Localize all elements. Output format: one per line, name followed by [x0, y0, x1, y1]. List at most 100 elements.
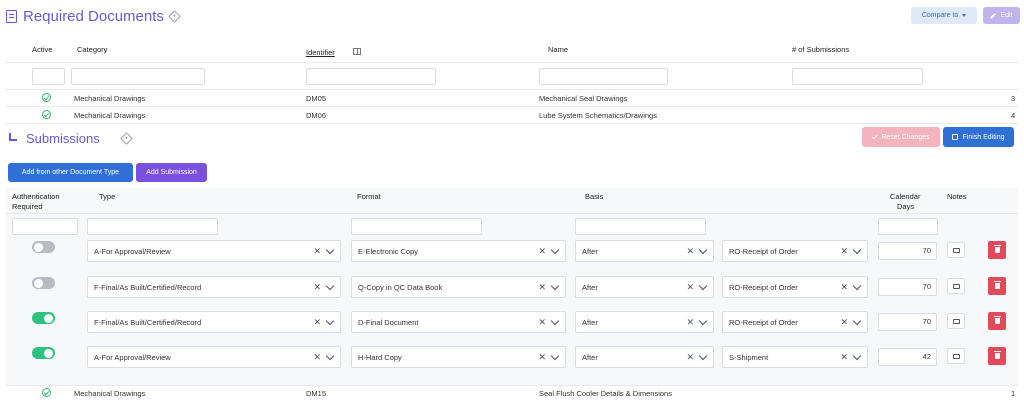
- filter-auth[interactable]: [12, 218, 78, 235]
- chevron-down-icon[interactable]: [550, 351, 560, 360]
- chevron-down-icon[interactable]: [325, 351, 335, 360]
- clear-icon[interactable]: ✕: [840, 317, 848, 328]
- col-basis: Basis: [585, 192, 604, 201]
- chevron-down-icon[interactable]: [852, 351, 862, 360]
- col-auth-line2: Required: [12, 202, 43, 211]
- basis-select[interactable]: After ✕: [575, 276, 714, 298]
- add-from-other-type-button[interactable]: Add from other Document Type: [8, 163, 133, 182]
- finish-editing-button[interactable]: Finish Editing: [943, 127, 1014, 147]
- type-select[interactable]: F-Final/As Built/Certified/Record ✕: [87, 276, 341, 298]
- notes-button[interactable]: [947, 348, 965, 364]
- event-select[interactable]: RO-Receipt of Order ✕: [722, 276, 868, 298]
- chevron-down-icon[interactable]: [550, 316, 560, 325]
- clear-icon[interactable]: ✕: [538, 246, 546, 257]
- notes-button[interactable]: [947, 242, 965, 258]
- chevron-down-icon[interactable]: [698, 245, 708, 254]
- chevron-down-icon[interactable]: [852, 316, 862, 325]
- edit-button[interactable]: Edit: [983, 7, 1020, 24]
- basis-select[interactable]: After ✕: [575, 240, 714, 262]
- clear-icon[interactable]: ✕: [538, 352, 546, 363]
- notes-button[interactable]: [947, 278, 965, 294]
- filter-category[interactable]: [71, 68, 205, 85]
- chevron-down-icon[interactable]: [325, 281, 335, 290]
- clear-icon[interactable]: ✕: [313, 317, 321, 328]
- clear-icon[interactable]: ✕: [686, 282, 694, 293]
- event-select[interactable]: RO-Receipt of Order ✕: [722, 240, 868, 262]
- filter-basis[interactable]: [575, 218, 706, 235]
- format-select[interactable]: E-Electronic Copy ✕: [351, 240, 566, 262]
- days-input[interactable]: 70: [878, 242, 937, 260]
- tag-icon[interactable]: [119, 131, 133, 145]
- check-icon: [872, 133, 878, 139]
- clear-icon[interactable]: ✕: [840, 352, 848, 363]
- filter-name[interactable]: [539, 68, 668, 85]
- filter-days[interactable]: [878, 218, 938, 235]
- clear-icon[interactable]: ✕: [686, 246, 694, 257]
- active-check-icon: [42, 110, 51, 119]
- format-select[interactable]: D-Final Document ✕: [351, 311, 566, 333]
- chevron-down-icon[interactable]: [698, 351, 708, 360]
- page-title: Required Documents: [6, 6, 181, 26]
- basis-value: After: [582, 317, 598, 327]
- clear-icon[interactable]: ✕: [840, 246, 848, 257]
- type-value: A-For Approval/Review: [94, 246, 171, 256]
- clear-icon[interactable]: ✕: [686, 352, 694, 363]
- col-active: Active: [32, 45, 53, 54]
- auth-toggle[interactable]: [32, 312, 55, 324]
- chevron-down-icon[interactable]: [325, 316, 335, 325]
- type-value: F-Final/As Built/Certified/Record: [94, 317, 202, 327]
- days-input[interactable]: 70: [878, 313, 937, 331]
- delete-button[interactable]: [988, 312, 1006, 330]
- clear-icon[interactable]: ✕: [686, 317, 694, 328]
- event-select[interactable]: RO-Receipt of Order ✕: [722, 311, 868, 333]
- tag-icon[interactable]: [168, 9, 181, 23]
- row-name: Seal Flush Cooler Details & Dimensions: [539, 389, 672, 398]
- compare-to-button[interactable]: Compare to: [911, 7, 977, 24]
- filter-format[interactable]: [351, 218, 482, 235]
- filter-identifier[interactable]: [306, 68, 436, 85]
- clear-icon[interactable]: ✕: [840, 282, 848, 293]
- delete-button[interactable]: [988, 277, 1006, 295]
- filter-active[interactable]: [32, 68, 65, 85]
- notes-button[interactable]: [947, 313, 965, 329]
- filter-submissions[interactable]: [792, 68, 923, 85]
- auth-toggle[interactable]: [32, 277, 55, 289]
- chevron-down-icon[interactable]: [550, 281, 560, 290]
- chevron-down-icon[interactable]: [698, 281, 708, 290]
- reset-changes-button[interactable]: Reset Changes: [862, 127, 940, 147]
- type-select[interactable]: A-For Approval/Review ✕: [87, 346, 341, 368]
- delete-button[interactable]: [988, 241, 1006, 259]
- columns-icon[interactable]: [353, 48, 361, 55]
- filter-type[interactable]: [87, 218, 218, 235]
- save-icon: [952, 134, 959, 140]
- add-submission-button[interactable]: Add Submission: [136, 163, 207, 182]
- basis-select[interactable]: After ✕: [575, 346, 714, 368]
- pencil-icon: [990, 12, 997, 19]
- chevron-down-icon[interactable]: [852, 245, 862, 254]
- auth-toggle[interactable]: [32, 347, 55, 359]
- basis-select[interactable]: After ✕: [575, 311, 714, 333]
- format-select[interactable]: H-Hard Copy ✕: [351, 346, 566, 368]
- type-select[interactable]: A-For Approval/Review ✕: [87, 240, 341, 262]
- clear-icon[interactable]: ✕: [313, 246, 321, 257]
- chevron-down-icon[interactable]: [852, 281, 862, 290]
- clear-icon[interactable]: ✕: [313, 352, 321, 363]
- row-count: 1: [1011, 389, 1016, 398]
- col-format: Format: [357, 192, 381, 201]
- clear-icon[interactable]: ✕: [313, 282, 321, 293]
- chevron-down-icon[interactable]: [698, 316, 708, 325]
- basis-value: After: [582, 352, 598, 362]
- chevron-down-icon[interactable]: [325, 245, 335, 254]
- auth-toggle[interactable]: [32, 241, 55, 253]
- days-input[interactable]: 42: [878, 348, 937, 366]
- delete-button[interactable]: [988, 347, 1006, 365]
- event-select[interactable]: S-Shipment ✕: [722, 346, 868, 368]
- type-select[interactable]: F-Final/As Built/Certified/Record ✕: [87, 311, 341, 333]
- col-identifier[interactable]: Identifier: [306, 48, 335, 57]
- chevron-down-icon[interactable]: [550, 245, 560, 254]
- days-input[interactable]: 70: [878, 278, 937, 296]
- clear-icon[interactable]: ✕: [538, 282, 546, 293]
- col-notes: Notes: [947, 192, 967, 201]
- clear-icon[interactable]: ✕: [538, 317, 546, 328]
- format-select[interactable]: Q-Copy in QC Data Book ✕: [351, 276, 566, 298]
